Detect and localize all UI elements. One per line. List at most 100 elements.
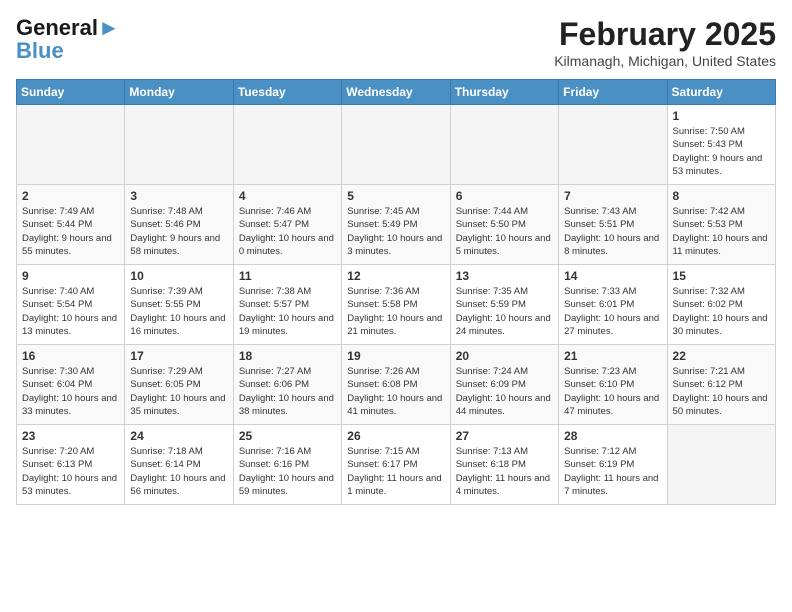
day-info: Sunrise: 7:44 AMSunset: 5:50 PMDaylight:… <box>456 205 553 258</box>
col-sunday: Sunday <box>17 80 125 105</box>
day-number: 6 <box>456 189 553 203</box>
day-info: Sunrise: 7:49 AMSunset: 5:44 PMDaylight:… <box>22 205 119 258</box>
day-number: 20 <box>456 349 553 363</box>
day-cell: 3 Sunrise: 7:48 AMSunset: 5:46 PMDaylight… <box>125 185 233 265</box>
day-cell <box>667 425 775 505</box>
day-number: 17 <box>130 349 227 363</box>
day-cell: 5 Sunrise: 7:45 AMSunset: 5:49 PMDaylight… <box>342 185 450 265</box>
month-title: February 2025 <box>554 16 776 53</box>
week-row-3: 9 Sunrise: 7:40 AMSunset: 5:54 PMDaylight… <box>17 265 776 345</box>
day-info: Sunrise: 7:45 AMSunset: 5:49 PMDaylight:… <box>347 205 444 258</box>
day-cell: 13 Sunrise: 7:35 AMSunset: 5:59 PMDayligh… <box>450 265 558 345</box>
day-number: 14 <box>564 269 661 283</box>
day-cell: 2 Sunrise: 7:49 AMSunset: 5:44 PMDaylight… <box>17 185 125 265</box>
day-info: Sunrise: 7:33 AMSunset: 6:01 PMDaylight:… <box>564 285 661 338</box>
day-cell: 4 Sunrise: 7:46 AMSunset: 5:47 PMDaylight… <box>233 185 341 265</box>
day-number: 27 <box>456 429 553 443</box>
day-number: 12 <box>347 269 444 283</box>
day-info: Sunrise: 7:16 AMSunset: 6:16 PMDaylight:… <box>239 445 336 498</box>
day-number: 21 <box>564 349 661 363</box>
day-info: Sunrise: 7:38 AMSunset: 5:57 PMDaylight:… <box>239 285 336 338</box>
day-info: Sunrise: 7:48 AMSunset: 5:46 PMDaylight:… <box>130 205 227 258</box>
day-number: 10 <box>130 269 227 283</box>
week-row-4: 16 Sunrise: 7:30 AMSunset: 6:04 PMDayligh… <box>17 345 776 425</box>
day-number: 24 <box>130 429 227 443</box>
day-cell: 15Sunrise: 7:32 AMSunset: 6:02 PMDayligh… <box>667 265 775 345</box>
day-number: 8 <box>673 189 770 203</box>
day-cell: 7 Sunrise: 7:43 AMSunset: 5:51 PMDaylight… <box>559 185 667 265</box>
col-wednesday: Wednesday <box>342 80 450 105</box>
day-cell <box>342 105 450 185</box>
logo-text: General► <box>16 16 120 40</box>
day-info: Sunrise: 7:12 AMSunset: 6:19 PMDaylight:… <box>564 445 661 498</box>
day-info: Sunrise: 7:18 AMSunset: 6:14 PMDaylight:… <box>130 445 227 498</box>
logo: General► Blue <box>16 16 120 62</box>
day-number: 11 <box>239 269 336 283</box>
day-cell: 16 Sunrise: 7:30 AMSunset: 6:04 PMDayligh… <box>17 345 125 425</box>
day-number: 7 <box>564 189 661 203</box>
day-info: Sunrise: 7:36 AMSunset: 5:58 PMDaylight:… <box>347 285 444 338</box>
week-row-5: 23Sunrise: 7:20 AMSunset: 6:13 PMDayligh… <box>17 425 776 505</box>
col-friday: Friday <box>559 80 667 105</box>
day-cell: 27 Sunrise: 7:13 AMSunset: 6:18 PMDayligh… <box>450 425 558 505</box>
day-cell: 1 Sunrise: 7:50 AMSunset: 5:43 PMDaylight… <box>667 105 775 185</box>
day-number: 19 <box>347 349 444 363</box>
day-number: 23 <box>22 429 119 443</box>
day-info: Sunrise: 7:23 AMSunset: 6:10 PMDaylight:… <box>564 365 661 418</box>
day-cell: 12 Sunrise: 7:36 AMSunset: 5:58 PMDayligh… <box>342 265 450 345</box>
day-number: 9 <box>22 269 119 283</box>
day-info: Sunrise: 7:24 AMSunset: 6:09 PMDaylight:… <box>456 365 553 418</box>
day-info: Sunrise: 7:27 AMSunset: 6:06 PMDaylight:… <box>239 365 336 418</box>
day-info: Sunrise: 7:40 AMSunset: 5:54 PMDaylight:… <box>22 285 119 338</box>
day-cell: 20 Sunrise: 7:24 AMSunset: 6:09 PMDayligh… <box>450 345 558 425</box>
day-cell: 10Sunrise: 7:39 AMSunset: 5:55 PMDayligh… <box>125 265 233 345</box>
day-number: 2 <box>22 189 119 203</box>
page-container: General► Blue February 2025 Kilmanagh, M… <box>0 0 792 513</box>
day-cell: 23Sunrise: 7:20 AMSunset: 6:13 PMDayligh… <box>17 425 125 505</box>
day-info: Sunrise: 7:42 AMSunset: 5:53 PMDaylight:… <box>673 205 770 258</box>
day-cell <box>125 105 233 185</box>
day-number: 5 <box>347 189 444 203</box>
day-number: 28 <box>564 429 661 443</box>
day-cell <box>450 105 558 185</box>
day-info: Sunrise: 7:32 AMSunset: 6:02 PMDaylight:… <box>673 285 770 338</box>
day-info: Sunrise: 7:15 AMSunset: 6:17 PMDaylight:… <box>347 445 444 498</box>
day-info: Sunrise: 7:46 AMSunset: 5:47 PMDaylight:… <box>239 205 336 258</box>
day-number: 25 <box>239 429 336 443</box>
day-number: 1 <box>673 109 770 123</box>
col-tuesday: Tuesday <box>233 80 341 105</box>
calendar-table: Sunday Monday Tuesday Wednesday Thursday… <box>16 79 776 505</box>
day-number: 16 <box>22 349 119 363</box>
day-cell: 14 Sunrise: 7:33 AMSunset: 6:01 PMDayligh… <box>559 265 667 345</box>
day-info: Sunrise: 7:50 AMSunset: 5:43 PMDaylight:… <box>673 125 770 178</box>
day-cell: 11 Sunrise: 7:38 AMSunset: 5:57 PMDayligh… <box>233 265 341 345</box>
day-info: Sunrise: 7:26 AMSunset: 6:08 PMDaylight:… <box>347 365 444 418</box>
logo-blue: Blue <box>16 40 120 62</box>
day-cell <box>17 105 125 185</box>
col-thursday: Thursday <box>450 80 558 105</box>
location: Kilmanagh, Michigan, United States <box>554 53 776 69</box>
day-cell: 19 Sunrise: 7:26 AMSunset: 6:08 PMDayligh… <box>342 345 450 425</box>
col-monday: Monday <box>125 80 233 105</box>
week-row-1: 1 Sunrise: 7:50 AMSunset: 5:43 PMDaylight… <box>17 105 776 185</box>
day-cell: 26 Sunrise: 7:15 AMSunset: 6:17 PMDayligh… <box>342 425 450 505</box>
day-number: 26 <box>347 429 444 443</box>
day-cell: 22Sunrise: 7:21 AMSunset: 6:12 PMDayligh… <box>667 345 775 425</box>
day-info: Sunrise: 7:21 AMSunset: 6:12 PMDaylight:… <box>673 365 770 418</box>
day-cell: 24 Sunrise: 7:18 AMSunset: 6:14 PMDayligh… <box>125 425 233 505</box>
day-cell <box>233 105 341 185</box>
day-info: Sunrise: 7:30 AMSunset: 6:04 PMDaylight:… <box>22 365 119 418</box>
day-number: 3 <box>130 189 227 203</box>
day-cell: 6 Sunrise: 7:44 AMSunset: 5:50 PMDaylight… <box>450 185 558 265</box>
day-number: 13 <box>456 269 553 283</box>
day-info: Sunrise: 7:43 AMSunset: 5:51 PMDaylight:… <box>564 205 661 258</box>
day-cell: 18Sunrise: 7:27 AMSunset: 6:06 PMDayligh… <box>233 345 341 425</box>
week-row-2: 2 Sunrise: 7:49 AMSunset: 5:44 PMDaylight… <box>17 185 776 265</box>
day-cell <box>559 105 667 185</box>
day-info: Sunrise: 7:35 AMSunset: 5:59 PMDaylight:… <box>456 285 553 338</box>
day-cell: 28 Sunrise: 7:12 AMSunset: 6:19 PMDayligh… <box>559 425 667 505</box>
day-number: 4 <box>239 189 336 203</box>
day-info: Sunrise: 7:13 AMSunset: 6:18 PMDaylight:… <box>456 445 553 498</box>
day-cell: 9 Sunrise: 7:40 AMSunset: 5:54 PMDaylight… <box>17 265 125 345</box>
day-info: Sunrise: 7:29 AMSunset: 6:05 PMDaylight:… <box>130 365 227 418</box>
